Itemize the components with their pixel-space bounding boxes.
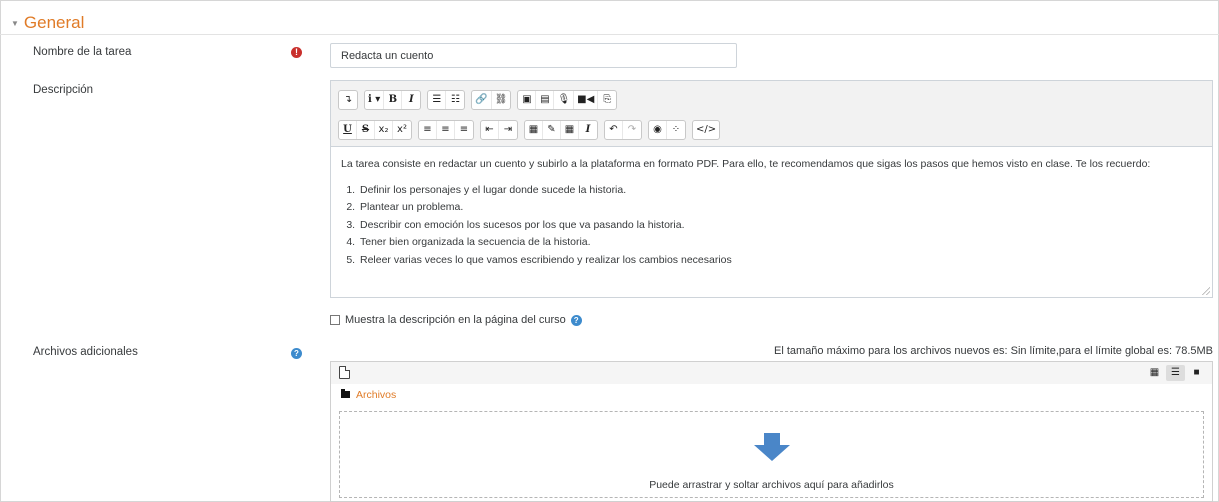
- description-step: Plantear un problema.: [358, 199, 1201, 217]
- description-step: Releer varias veces lo que vamos escribi…: [358, 252, 1201, 270]
- description-step: Definir los personajes y el lugar donde …: [358, 182, 1201, 200]
- toolbar-button[interactable]: ⇥: [499, 121, 517, 139]
- editor-content[interactable]: La tarea consiste en redactar un cuento …: [341, 156, 1201, 269]
- toolbar-button[interactable]: ▣: [518, 91, 537, 109]
- toolbar-button[interactable]: ✎: [543, 121, 561, 139]
- folder-icon: [341, 388, 350, 398]
- view-mode-switcher: ▦ ☰ ■: [1145, 365, 1206, 381]
- toolbar-button[interactable]: ⛓: [492, 91, 511, 109]
- toolbar-button[interactable]: ↴: [339, 91, 357, 109]
- toolbar-button[interactable]: ☰: [428, 91, 447, 109]
- toolbar-group: ↶ ↷: [604, 120, 642, 140]
- toolbar-group: ⇤ ⇥: [480, 120, 518, 140]
- toolbar-row-2: U Sx₂ x² ≡ ≡ ≡ ⇤ ⇥ ▦ ✎ ▦ I ↶ ↷ ◉ ⁘ </>: [338, 120, 721, 140]
- toolbar-button[interactable]: I: [579, 121, 597, 139]
- folder-icon[interactable]: ■: [1187, 365, 1206, 381]
- drop-zone[interactable]: Puede arrastrar y soltar archivos aquí p…: [339, 411, 1204, 498]
- additional-files-label: Archivos adicionales: [33, 346, 138, 358]
- required-icon: !: [291, 47, 302, 58]
- max-size-text: El tamaño máximo para los archivos nuevo…: [774, 345, 1213, 357]
- toolbar-button[interactable]: ▦: [561, 121, 579, 139]
- question-circle-icon[interactable]: ?: [570, 314, 582, 326]
- toolbar-button[interactable]: x²: [393, 121, 411, 139]
- toolbar-group: ☰ ☷: [427, 90, 466, 110]
- task-name-label: Nombre de la tarea: [33, 46, 132, 58]
- description-step: Tener bien organizada la secuencia de la…: [358, 234, 1201, 252]
- toolbar-group: i ▾ B I: [364, 90, 422, 110]
- section-header-general[interactable]: ▼ General: [11, 13, 84, 33]
- toolbar-button[interactable]: ◉: [649, 121, 667, 139]
- toolbar-button[interactable]: ■◀: [574, 91, 599, 109]
- toolbar-group: ▦ ✎ ▦ I: [524, 120, 598, 140]
- toolbar-button[interactable]: ⁘: [667, 121, 685, 139]
- show-description-label[interactable]: Muestra la descripción en la página del …: [345, 314, 566, 326]
- editor-toolbar: ↴ i ▾ B I ☰ ☷ 🔗 ⛓ ▣ ▤ 🎙 ■◀ ⎘ U Sx₂ x² ≡ ≡ ≡ ⇤ ⇥ ▦ ✎ ▦ I ↶ ↷ ◉ ⁘ </>: [331, 81, 1212, 147]
- toolbar-button[interactable]: I: [402, 91, 420, 109]
- description-step: Describir con emoción los sucesos por lo…: [358, 217, 1201, 235]
- section-title[interactable]: General: [24, 13, 84, 33]
- list-icon[interactable]: ☰: [1166, 365, 1185, 381]
- caret-down-icon[interactable]: ▼: [11, 19, 19, 28]
- toolbar-group: ≡ ≡ ≡: [418, 120, 474, 140]
- toolbar-button[interactable]: ≡: [437, 121, 455, 139]
- description-label: Descripción: [33, 84, 94, 96]
- toolbar-button[interactable]: ↶: [605, 121, 623, 139]
- toolbar-button[interactable]: ▦: [525, 121, 543, 139]
- toolbar-button[interactable]: ⎘: [598, 91, 616, 109]
- toolbar-group: ↴: [338, 90, 358, 110]
- file-picker: ▦ ☰ ■ Archivos Puede arrastrar y soltar …: [330, 361, 1213, 502]
- toolbar-button[interactable]: </>: [693, 121, 719, 139]
- show-description-checkbox[interactable]: [330, 315, 340, 325]
- toolbar-group: 🔗 ⛓: [471, 90, 512, 110]
- add-file-icon[interactable]: [339, 366, 350, 379]
- toolbar-row-1: ↴ i ▾ B I ☰ ☷ 🔗 ⛓ ▣ ▤ 🎙 ■◀ ⎘: [338, 90, 618, 110]
- description-intro: La tarea consiste en redactar un cuento …: [341, 158, 1151, 170]
- file-picker-toolbar: ▦ ☰ ■: [331, 362, 1212, 384]
- toolbar-group: ▣ ▤ 🎙 ■◀ ⎘: [517, 90, 618, 110]
- show-description-row[interactable]: Muestra la descripción en la página del …: [330, 314, 582, 326]
- folder-link[interactable]: Archivos: [356, 389, 396, 401]
- toolbar-button[interactable]: U: [339, 121, 357, 139]
- toolbar-button[interactable]: ▤: [536, 91, 555, 109]
- toolbar-group: ◉ ⁘: [648, 120, 686, 140]
- toolbar-button[interactable]: 🔗: [472, 91, 492, 109]
- arrow-down-icon: [754, 433, 790, 461]
- grid-icon[interactable]: ▦: [1145, 365, 1164, 381]
- toolbar-button[interactable]: S: [357, 121, 375, 139]
- toolbar-group: U Sx₂ x²: [338, 120, 412, 140]
- toolbar-button[interactable]: ↷: [623, 121, 641, 139]
- toolbar-button[interactable]: 🎙: [554, 91, 575, 109]
- drop-zone-text: Puede arrastrar y soltar archivos aquí p…: [649, 479, 894, 491]
- toolbar-button[interactable]: ≡: [419, 121, 437, 139]
- task-name-input[interactable]: Redacta un cuento: [330, 43, 737, 68]
- toolbar-button[interactable]: B: [384, 91, 403, 109]
- description-editor[interactable]: ↴ i ▾ B I ☰ ☷ 🔗 ⛓ ▣ ▤ 🎙 ■◀ ⎘ U Sx₂ x² ≡ ≡ ≡ ⇤ ⇥ ▦ ✎ ▦ I ↶ ↷ ◉ ⁘ </> …: [330, 80, 1213, 298]
- toolbar-button[interactable]: x₂: [375, 121, 393, 139]
- toolbar-button[interactable]: i ▾: [365, 91, 385, 109]
- section-divider: [0, 34, 1219, 35]
- breadcrumb: Archivos: [341, 388, 396, 401]
- toolbar-group: </>: [692, 120, 721, 140]
- question-circle-icon[interactable]: ?: [291, 348, 302, 359]
- description-steps-list: Definir los personajes y el lugar donde …: [358, 182, 1201, 270]
- toolbar-button[interactable]: ≡: [455, 121, 473, 139]
- toolbar-button[interactable]: ⇤: [481, 121, 499, 139]
- resize-handle[interactable]: [1202, 287, 1210, 295]
- toolbar-button[interactable]: ☷: [446, 91, 464, 109]
